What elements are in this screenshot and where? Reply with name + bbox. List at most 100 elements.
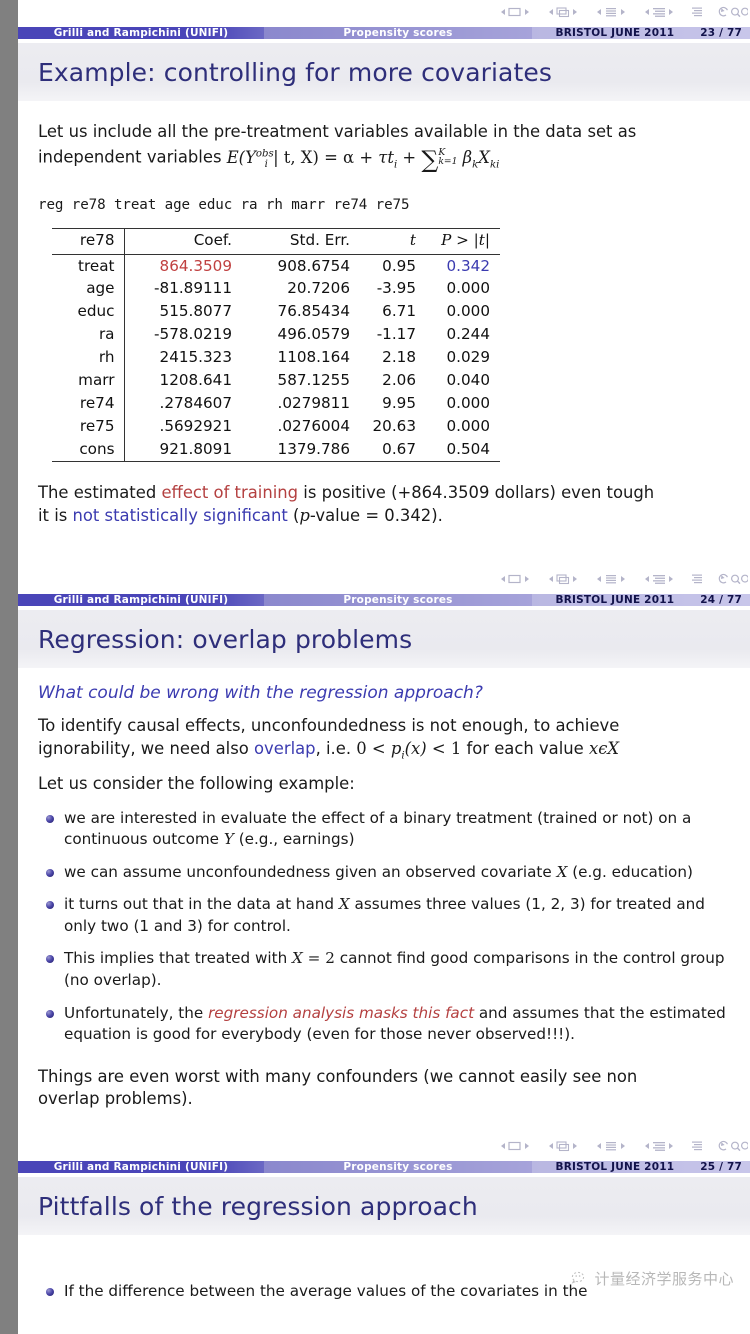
section-prev-next-icon[interactable] — [642, 0, 676, 22]
cell-std-err: 496.0579 — [277, 325, 350, 344]
navigation-symbols-bar-23 — [18, 0, 750, 22]
cell-p-value: 0.000 — [446, 394, 490, 413]
list-item-text: (e.g., earnings) — [233, 830, 355, 849]
overlap-line-2a: ignorability, we need also — [38, 738, 255, 758]
footer-venue: BRISTOL JUNE 2011 — [555, 26, 675, 39]
bullet-list-24: we are interested in evaluate the effect… — [38, 808, 734, 1046]
back-find-icon[interactable] — [718, 567, 750, 589]
slide-body-25: If the difference between the average va… — [18, 1281, 750, 1303]
cell-p-value: 0.342 — [426, 253, 500, 278]
doc-icon[interactable] — [690, 1134, 704, 1156]
concl-b: is positive (+864.3509 dollars) even tou… — [298, 483, 655, 503]
cell-std-err: 1108.164 — [277, 348, 350, 367]
overlap-math-xinx: xϵX — [588, 738, 620, 758]
cell-t-stat: -1.17 — [376, 325, 416, 344]
cell-variable: cons — [52, 438, 124, 463]
list-item-text: it turns out that in the data at hand — [64, 895, 339, 914]
col-header-depvar: re78 — [52, 227, 124, 255]
subsection-prev-next-icon[interactable] — [594, 0, 628, 22]
cell-t-stat: 9.95 — [382, 394, 416, 413]
summation-icon: ∑ — [421, 145, 439, 174]
footer-bar-24: Grilli and Rampichini (UNIFI) Propensity… — [18, 589, 750, 610]
cell-variable: re74 — [79, 394, 115, 413]
cell-t-stat: 20.63 — [372, 417, 416, 436]
slide-title: Example: controlling for more covariates — [38, 58, 552, 87]
table-row: age -81.89111 20.7206 -3.95 0.000 — [52, 277, 500, 301]
subsection-prev-next-icon[interactable] — [594, 1134, 628, 1156]
cell-coefficient: 1208.641 — [123, 369, 242, 393]
overlap-paragraph: To identify causal effects, unconfounded… — [38, 715, 734, 763]
footer-bar-25: Grilli and Rampichini (UNIFI) Propensity… — [18, 1156, 750, 1177]
list-item-text: Unfortunately, the — [64, 1003, 209, 1022]
section-prev-next-icon[interactable] — [642, 1134, 676, 1156]
cell-t-stat: 2.06 — [382, 371, 416, 390]
doc-icon[interactable] — [690, 567, 704, 589]
slide-prev-next-icon[interactable] — [498, 1134, 532, 1156]
intro-line-1: Let us include all the pre-treatment var… — [38, 121, 637, 141]
list-item: Unfortunately, the regression analysis m… — [38, 1003, 734, 1046]
concl-d: ( — [287, 505, 300, 525]
cell-t-stat: 6.71 — [382, 302, 416, 321]
cell-p-value: 0.000 — [446, 279, 490, 298]
cell-variable: marr — [78, 371, 115, 390]
table-header-row: re78 Coef. Std. Err. t P > |t| — [52, 227, 500, 255]
slide-body-23: Let us include all the pre-treatment var… — [18, 121, 750, 528]
list-item-text: Y — [223, 830, 234, 849]
doc-icon[interactable] — [690, 0, 704, 22]
list-item-text: we are interested in evaluate the effect… — [64, 808, 692, 849]
overlap-math-b: < 1 — [431, 738, 462, 758]
bullet-list-25: If the difference between the average va… — [38, 1281, 734, 1303]
slide-23: Grilli and Rampichini (UNIFI) Propensity… — [18, 0, 750, 588]
col-header-coef: Coef. — [123, 227, 242, 255]
footer-short-title: Propensity scores — [264, 1160, 532, 1173]
overlap-math-p: pi(x) — [390, 738, 427, 761]
footer-venue: BRISTOL JUNE 2011 — [555, 1160, 675, 1173]
concl-c: it is — [38, 505, 73, 525]
list-item-text: = 2 — [302, 949, 335, 968]
slide-prev-next-icon[interactable] — [498, 567, 532, 589]
cell-coefficient: .2784607 — [123, 392, 242, 416]
list-item: it turns out that in the data at hand X … — [38, 894, 734, 937]
table-body: treat 864.3509 908.6754 0.95 0.342 age -81.891… — [52, 253, 500, 463]
list-item-text: (e.g. education) — [567, 862, 693, 881]
back-find-icon[interactable] — [718, 0, 750, 22]
table-row: re75 .5692921 .0276004 20.63 0.000 — [52, 415, 500, 439]
overlap-math-a: 0 < — [356, 738, 386, 758]
slide-body-24: What could be wrong with the regression … — [18, 682, 750, 1112]
cell-coefficient: -81.89111 — [123, 277, 242, 301]
cell-std-err: 76.85434 — [277, 302, 350, 321]
cell-variable: ra — [98, 325, 115, 344]
intro-line-2-lead: independent variables — [38, 147, 222, 167]
tail-line-1: Things are even worst with many confound… — [38, 1066, 638, 1086]
list-item-text: X — [292, 949, 303, 968]
subsection-prev-next-icon[interactable] — [594, 567, 628, 589]
cell-coefficient: 2415.323 — [123, 346, 242, 370]
footer-right: BRISTOL JUNE 2011 25 / 77 — [532, 1160, 750, 1173]
section-prev-next-icon[interactable] — [642, 567, 676, 589]
footer-author: Grilli and Rampichini (UNIFI) — [18, 1160, 264, 1173]
slide-24: Grilli and Rampichini (UNIFI) Propensity… — [18, 567, 750, 1155]
frame-prev-next-icon[interactable] — [546, 0, 580, 22]
table-row: ra -578.0219 496.0579 -1.17 0.244 — [52, 323, 500, 347]
table-row: marr 1208.641 587.1255 2.06 0.040 — [52, 369, 500, 393]
conclusion-paragraph: The estimated effect of training is posi… — [38, 482, 734, 527]
list-item-text: X — [338, 895, 350, 914]
list-item: If the difference between the average va… — [38, 1281, 734, 1303]
title-band-25: Pittfalls of the regression approach — [18, 1177, 750, 1235]
concl-e: -value = 0.342). — [309, 505, 443, 525]
table-row: re74 .2784607 .0279811 9.95 0.000 — [52, 392, 500, 416]
cell-std-err: 908.6754 — [242, 253, 360, 278]
cell-p-value: 0.040 — [446, 371, 490, 390]
frame-prev-next-icon[interactable] — [546, 567, 580, 589]
cell-t-stat: 0.95 — [360, 253, 426, 278]
cell-variable: educ — [77, 302, 115, 321]
slide-prev-next-icon[interactable] — [498, 0, 532, 22]
title-band-24: Regression: overlap problems — [18, 610, 750, 668]
cell-coefficient: 515.8077 — [123, 300, 242, 324]
concl-struct: not statistically significant — [72, 505, 288, 525]
slide-title: Regression: overlap problems — [38, 625, 413, 654]
footer-author: Grilli and Rampichini (UNIFI) — [18, 593, 264, 606]
frame-prev-next-icon[interactable] — [546, 1134, 580, 1156]
block-heading: What could be wrong with the regression … — [38, 682, 483, 703]
back-find-icon[interactable] — [718, 1134, 750, 1156]
